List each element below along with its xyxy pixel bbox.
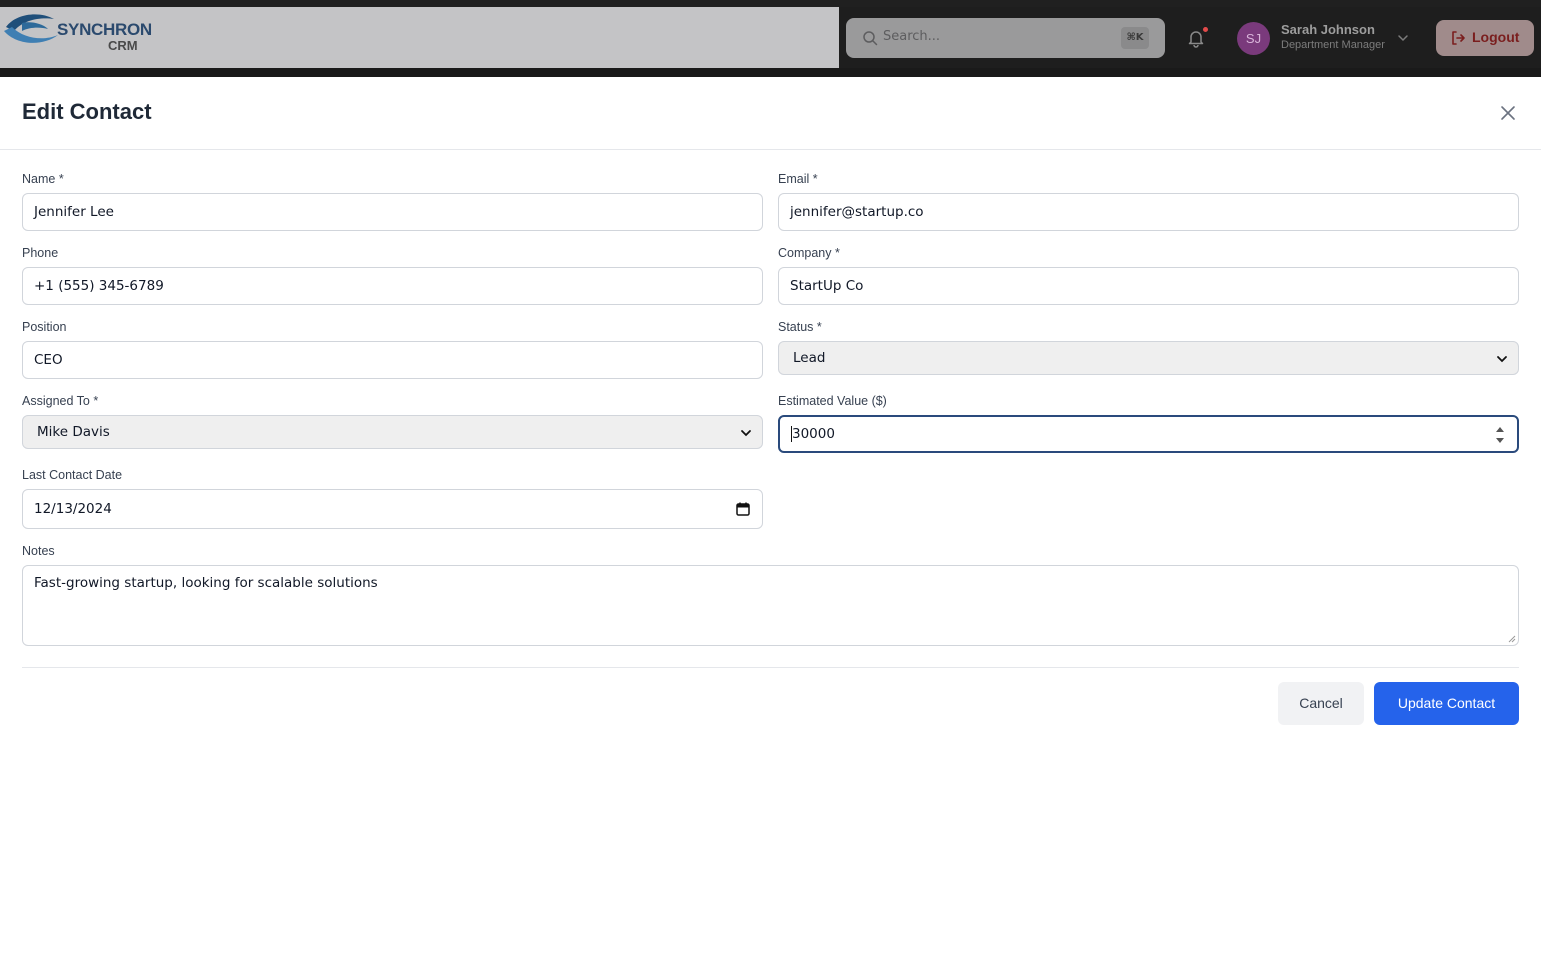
header-divider [0,149,1541,150]
brand-subtitle: CRM [108,38,138,53]
logout-label: Logout [1472,29,1520,45]
phone-field[interactable]: +1 (555) 345-6789 [22,267,763,305]
estimated-value-field[interactable]: 30000 [778,415,1519,453]
close-icon[interactable] [1497,102,1519,124]
position-label: Position [22,320,67,334]
email-field[interactable]: jennifer@startup.co [778,193,1519,231]
search-icon [863,31,878,46]
number-stepper-icon[interactable] [1495,424,1505,446]
phone-label: Phone [22,246,59,260]
search-input[interactable]: Search... [883,29,940,44]
modal-title: Edit Contact [22,99,152,124]
chevron-down-icon[interactable] [1397,32,1409,44]
email-label: Email * [778,172,818,186]
notes-label: Notes [22,544,55,558]
notes-textarea[interactable]: Fast-growing startup, looking for scalab… [22,565,1519,646]
user-name[interactable]: Sarah Johnson [1281,22,1375,37]
status-select-value: Lead [793,350,826,366]
logout-icon [1452,31,1465,45]
search-shortcut-badge: ⌘K [1121,27,1149,49]
footer-divider [22,667,1519,668]
logo[interactable]: SYNCHRON CRM [2,9,152,61]
estimated-value-text: 30000 [792,426,835,442]
assigned-to-select-value: Mike Davis [37,424,110,440]
assigned-to-label: Assigned To * [22,394,99,408]
header-strip [0,0,1541,7]
notes-text: Fast-growing startup, looking for scalab… [34,575,378,591]
last-contact-date-value: 12/13/2024 [34,501,112,517]
company-field[interactable]: StartUp Co [778,267,1519,305]
global-search[interactable]: Search... ⌘K [846,18,1165,58]
status-label: Status * [778,320,822,334]
last-contact-date-field[interactable]: 12/13/2024 [22,489,763,529]
logout-button[interactable]: Logout [1436,20,1534,56]
resize-handle-icon[interactable] [1508,635,1516,643]
notifications-button[interactable] [1186,26,1209,48]
status-select[interactable]: Lead [778,341,1519,375]
chevron-down-icon [1497,356,1507,363]
company-label: Company * [778,246,840,260]
update-contact-button[interactable]: Update Contact [1374,682,1519,725]
brand-name: SYNCHRON [57,20,152,39]
name-label: Name * [22,172,64,186]
last-contact-date-label: Last Contact Date [22,468,123,482]
edit-contact-modal: Edit Contact Name * Jennifer Lee Email *… [0,77,1541,961]
name-field[interactable]: Jennifer Lee [22,193,763,231]
position-field[interactable]: CEO [22,341,763,379]
logo-swoosh-icon [4,14,58,43]
estimated-value-label: Estimated Value ($) [778,394,887,408]
avatar[interactable]: SJ [1237,22,1270,55]
cancel-button[interactable]: Cancel [1278,682,1364,725]
user-role: Department Manager [1281,39,1385,51]
notification-dot [1202,26,1209,33]
chevron-down-icon [741,430,751,437]
assigned-to-select[interactable]: Mike Davis [22,415,763,449]
calendar-icon[interactable] [736,502,750,516]
